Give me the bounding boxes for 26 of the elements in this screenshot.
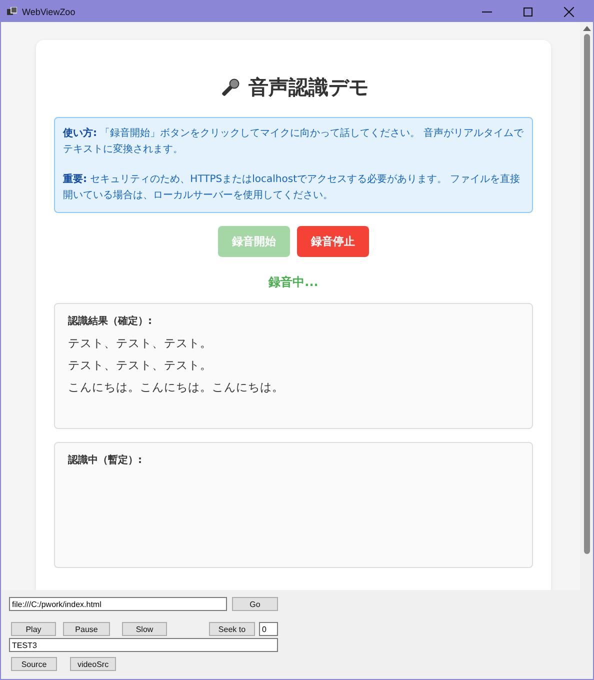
info-text: 重要: セキュリティのため、HTTPSまたはlocalhostでアクセスする必要があります。 ファイルを直接開いている場合は、ローカルサーバーを使用してください。 (63, 172, 522, 203)
close-icon[interactable] (564, 6, 574, 16)
result-line: こんにちは。こんにちは。こんにちは。 (68, 379, 285, 396)
go-button[interactable]: Go (232, 597, 278, 611)
page-heading: 音声認識デモ (248, 74, 368, 101)
maximize-icon[interactable] (523, 6, 533, 16)
source-button[interactable]: videoSrc (70, 657, 116, 671)
url-field[interactable]: file:///C:/pwork/index.html (9, 597, 227, 611)
scrollbar[interactable] (580, 22, 593, 590)
stop-button[interactable]: 録音停止 (297, 226, 369, 257)
status-text: 録音中... (267, 274, 320, 291)
scroll-up-icon[interactable] (582, 26, 590, 31)
media-button[interactable]: Pause (63, 622, 110, 636)
source-button[interactable]: Source (11, 657, 57, 671)
app-icon (7, 6, 17, 16)
media-button[interactable]: Play (11, 622, 56, 636)
result-line: テスト、テスト、テスト。 (68, 357, 213, 374)
text-field[interactable]: TEST3 (9, 638, 278, 652)
seek-button[interactable]: Seek to (209, 622, 255, 636)
panel-label: 認識結果（確定）: (68, 314, 153, 328)
info-text: 使い方: 「録音開始」ボタンをクリックしてマイクに向かって話してください。 音声がリアルタイムでテキストに変換されます。 (63, 126, 524, 157)
panel-label: 認識中（暫定）: (68, 453, 143, 467)
media-button[interactable]: Slow (122, 622, 167, 636)
result-line: テスト、テスト、テスト。 (68, 335, 213, 352)
window-title: WebViewZoo (22, 6, 76, 16)
seek-field[interactable]: 0 (259, 622, 278, 636)
